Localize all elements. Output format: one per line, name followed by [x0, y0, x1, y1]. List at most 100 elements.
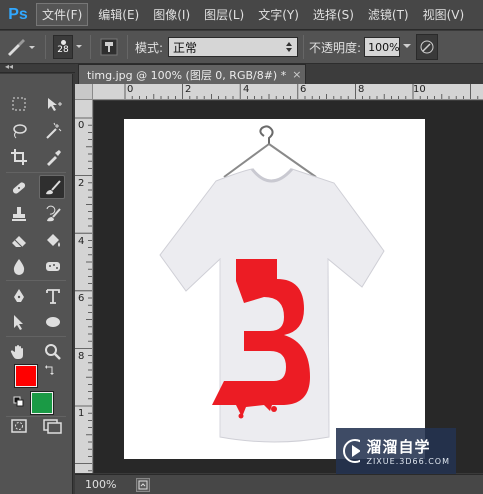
tool-pen[interactable] — [6, 284, 32, 308]
ruler-v-label: 8 — [78, 351, 85, 362]
tool-move[interactable] — [40, 92, 66, 116]
tool-crop[interactable] — [6, 145, 32, 169]
tool-rect-marquee[interactable] — [6, 92, 32, 116]
tool-sponge[interactable] — [40, 254, 66, 278]
background-color-fill — [30, 391, 54, 415]
ruler-v-label: 4 — [78, 236, 85, 247]
tool-hand[interactable] — [6, 340, 32, 364]
tool-ellipse[interactable] — [40, 310, 66, 334]
tool-zoom[interactable] — [40, 340, 66, 364]
pen-pressure-icon — [420, 40, 434, 54]
ruler-horizontal[interactable]: 0 2 4 6 8 10 — [93, 84, 483, 100]
quick-mask-icon — [11, 419, 27, 433]
move-icon — [48, 98, 62, 111]
opacity-label: 不透明度: — [309, 40, 362, 55]
ruler-v-label: 6 — [78, 293, 85, 304]
tool-type[interactable] — [40, 284, 66, 308]
menu-image[interactable]: 图像(I) — [149, 3, 194, 26]
screen-mode-icon — [43, 419, 62, 434]
foreground-color-fill — [14, 364, 38, 388]
pressure-opacity-toggle[interactable] — [416, 34, 439, 60]
ruler-vertical[interactable]: 0 2 4 6 8 1 — [75, 100, 93, 473]
tool-healing[interactable] — [6, 176, 32, 200]
tool-history-brush[interactable] — [40, 202, 66, 226]
menu-view[interactable]: 视图(V) — [419, 3, 469, 26]
lasso-icon — [13, 124, 27, 139]
brush-panel-icon — [100, 38, 118, 56]
options-bar: 28 模式: 正常 不透明度: 100% — [0, 31, 483, 64]
tool-screen-mode[interactable] — [40, 414, 66, 438]
type-icon — [46, 289, 60, 304]
ruler-origin[interactable] — [75, 84, 93, 100]
opacity-input[interactable]: 100% — [364, 37, 401, 57]
tool-brush[interactable] — [39, 175, 65, 199]
crop-icon — [11, 149, 27, 165]
play-logo-icon — [343, 439, 361, 463]
menu-select[interactable]: 选择(S) — [309, 3, 358, 26]
bucket-icon — [47, 234, 60, 247]
tshirt-artwork — [159, 125, 385, 443]
opacity-dropdown-icon[interactable] — [402, 43, 412, 51]
eraser-icon — [12, 236, 26, 248]
tool-eraser[interactable] — [6, 228, 32, 252]
menu-file[interactable]: 文件(F) — [36, 3, 89, 26]
options-separator — [303, 35, 305, 59]
tool-clone-stamp[interactable] — [6, 202, 32, 226]
ruler-h-label: 2 — [185, 84, 192, 95]
tool-preset-picker[interactable] — [0, 34, 40, 60]
tool-lasso[interactable] — [6, 119, 32, 143]
path-select-icon — [14, 315, 23, 330]
menu-filter[interactable]: 滤镜(T) — [364, 3, 413, 26]
ruler-h-label: 0 — [127, 84, 134, 95]
toolbox-header: ◂◂ — [0, 62, 75, 73]
status-bar: 100% — [75, 474, 483, 494]
background-color-swatch[interactable] — [30, 391, 54, 415]
app-logo: Ps — [8, 5, 28, 23]
brush-size-picker[interactable]: 28 — [51, 34, 85, 60]
tool-eyedropper[interactable] — [40, 145, 66, 169]
options-separator — [127, 35, 128, 59]
brush-panel-toggle[interactable] — [96, 34, 122, 60]
menu-edit[interactable]: 编辑(E) — [94, 3, 143, 26]
tool-paint-bucket[interactable] — [40, 228, 66, 252]
brush-preset-icon — [8, 39, 35, 56]
options-separator — [90, 35, 91, 59]
ruler-v-label: 2 — [78, 178, 85, 189]
select-arrows-icon — [286, 42, 293, 52]
zoom-level[interactable]: 100% — [85, 478, 116, 491]
document-tab-bar: timg.jpg @ 100% (图层 0, RGB/8#) * × — [75, 64, 483, 84]
ruler-h-label: 6 — [300, 84, 307, 95]
tool-magic-wand[interactable] — [40, 119, 66, 143]
site-watermark: 溜溜自学 ZIXUE.3D66.COM — [336, 428, 456, 474]
history-brush-icon — [46, 205, 61, 222]
menu-layer[interactable]: 图层(L) — [200, 3, 248, 26]
tool-path-selection[interactable] — [6, 310, 32, 334]
stamp-icon — [12, 207, 26, 221]
menu-type[interactable]: 文字(Y) — [254, 3, 303, 26]
canvas-workspace[interactable] — [94, 101, 483, 473]
blur-icon — [13, 259, 25, 275]
blend-mode-value: 正常 — [173, 40, 198, 55]
document-canvas[interactable] — [124, 119, 425, 459]
ruler-v-label: 1 — [78, 408, 85, 419]
close-tab-icon[interactable]: × — [292, 68, 301, 81]
tool-quick-mask[interactable] — [6, 414, 32, 438]
chevron-down-icon — [76, 45, 82, 48]
options-separator — [45, 35, 46, 59]
swap-colors-icon[interactable] — [44, 364, 56, 376]
collapse-panel-icon[interactable]: ◂◂ — [5, 62, 13, 71]
ruler-h-label: 10 — [413, 84, 426, 95]
default-colors-icon[interactable] — [13, 396, 25, 408]
blend-mode-select[interactable]: 正常 — [168, 37, 299, 57]
zoom-icon — [45, 344, 61, 360]
foreground-color-swatch[interactable] — [14, 364, 38, 388]
brush-icon — [46, 180, 61, 195]
tool-blur[interactable] — [6, 254, 32, 278]
magic-wand-icon — [46, 122, 62, 139]
document-info-icon — [138, 480, 148, 489]
eyedropper-icon — [47, 150, 61, 166]
document-tab[interactable]: timg.jpg @ 100% (图层 0, RGB/8#) * × — [78, 64, 306, 84]
hand-icon — [10, 345, 23, 359]
pen-icon — [14, 289, 24, 302]
status-info-button[interactable] — [136, 477, 151, 492]
